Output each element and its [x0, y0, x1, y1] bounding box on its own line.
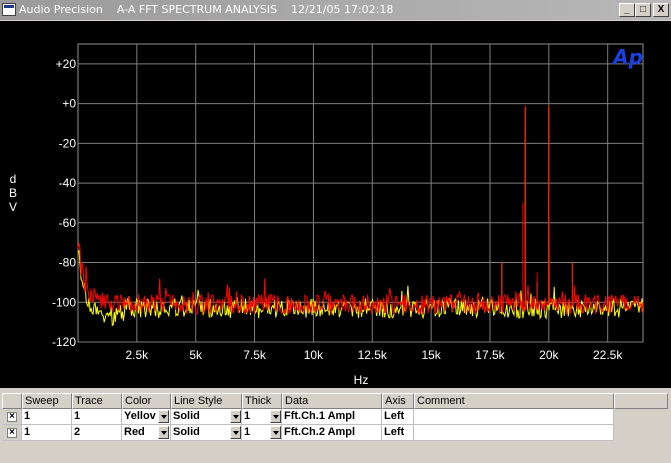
table-header-axis: Axis: [382, 393, 414, 409]
chevron-down-icon[interactable]: [270, 426, 281, 439]
x-tick-label: 7.5k: [243, 348, 267, 362]
y-tick-label: -60: [59, 216, 77, 230]
table-header-line-style: Line Style: [171, 393, 242, 409]
minimize-button[interactable]: _: [619, 3, 635, 17]
x-axis-label: Hz: [354, 373, 369, 387]
table-header-trace: Trace: [72, 393, 122, 409]
comment-cell[interactable]: [414, 425, 614, 441]
plot-frame: [77, 43, 644, 343]
series-line: [77, 105, 644, 315]
x-tick-label: 22.5k: [593, 348, 623, 362]
y-tick-label: +0: [62, 97, 76, 111]
sweep-cell[interactable]: 1: [22, 409, 72, 425]
comment-cell[interactable]: [414, 409, 614, 425]
x-tick-label: 5k: [189, 348, 203, 362]
chevron-down-icon[interactable]: [270, 410, 281, 423]
table-header-data: Data: [282, 393, 382, 409]
sweep-cell[interactable]: 1: [22, 425, 72, 441]
y-tick-label: -40: [59, 176, 77, 190]
window-title: Audio Precision A-A FFT SPECTRUM ANALYSI…: [19, 3, 394, 16]
x-tick-label: 10k: [304, 348, 324, 362]
close-button[interactable]: X: [653, 3, 669, 17]
axis-cell[interactable]: Left: [382, 425, 414, 441]
data-cell[interactable]: Fft.Ch.2 Ampl: [282, 425, 382, 441]
y-tick-label: -120: [52, 335, 76, 349]
axis-cell[interactable]: Left: [382, 409, 414, 425]
x-tick-label: 20k: [539, 348, 559, 362]
y-axis-label-letter: d: [10, 172, 17, 186]
trace-enable-checkbox[interactable]: ×: [7, 428, 17, 438]
trace-cell[interactable]: 1: [72, 409, 122, 425]
table-header-filler: [614, 393, 668, 409]
chevron-down-icon[interactable]: [158, 426, 169, 439]
x-tick-label: 12.5k: [358, 348, 388, 362]
y-tick-label: +20: [56, 57, 77, 71]
table-header-thick: Thick: [242, 393, 282, 409]
chevron-down-icon[interactable]: [230, 410, 241, 423]
fft-chart: 2.5k 5k 7.5k 10k 12.5k 15k 17.5k 20k 22.5k +20 +0 -…: [9, 43, 644, 387]
table-header-sweep: Sweep: [22, 393, 72, 409]
maximize-button[interactable]: □: [635, 3, 651, 17]
ap-logo: Ap: [611, 45, 643, 69]
trace-cell[interactable]: 2: [72, 425, 122, 441]
table-header-select: [2, 393, 22, 409]
y-tick-label: -20: [59, 136, 77, 150]
y-tick-label: -100: [52, 295, 76, 309]
audio-precision-window: Audio Precision A-A FFT SPECTRUM ANALYSI…: [0, 0, 671, 463]
x-tick-label: 17.5k: [475, 348, 505, 362]
y-axis-label-letter: V: [9, 200, 17, 214]
trace-enable-checkbox[interactable]: ×: [7, 412, 17, 422]
data-cell[interactable]: Fft.Ch.1 Ampl: [282, 409, 382, 425]
y-axis-label-letter: B: [9, 186, 17, 200]
x-tick-label: 2.5k: [126, 348, 150, 362]
chevron-down-icon[interactable]: [158, 410, 169, 423]
table-header-comment: Comment: [414, 393, 614, 409]
app-icon[interactable]: [2, 3, 16, 16]
series-line: [77, 107, 644, 327]
x-tick-label: 15k: [421, 348, 441, 362]
table-header-color: Color: [122, 393, 171, 409]
fft-graph[interactable]: 2.5k 5k 7.5k 10k 12.5k 15k 17.5k 20k 22.5k +20 +0 -…: [0, 21, 671, 388]
chevron-down-icon[interactable]: [230, 426, 241, 439]
y-tick-label: -80: [59, 256, 77, 270]
title-bar[interactable]: Audio Precision A-A FFT SPECTRUM ANALYSI…: [0, 0, 671, 20]
trace-table: Sweep Trace Color Line Style Thick Data …: [0, 392, 671, 463]
